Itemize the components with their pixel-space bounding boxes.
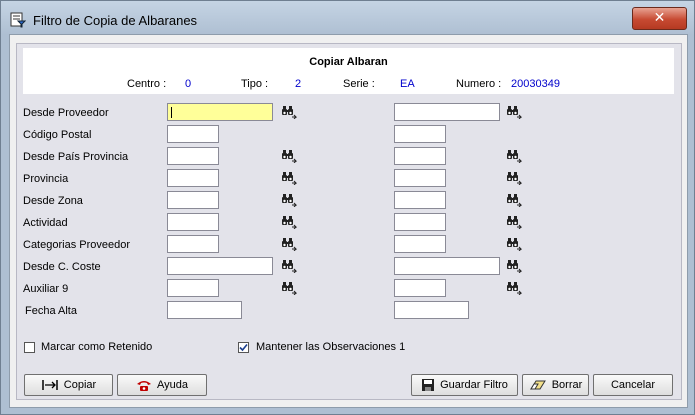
borrar-label: Borrar bbox=[551, 379, 583, 391]
guardar-filtro-label: Guardar Filtro bbox=[440, 379, 508, 391]
binoculars-icon[interactable] bbox=[506, 149, 522, 163]
observaciones-label: Mantener las Observaciones 1 bbox=[256, 341, 406, 353]
label-desde-pais-provincia: Desde País Provincia bbox=[23, 151, 129, 163]
serie-label: Serie : bbox=[343, 78, 375, 90]
hasta-fecha-alta-input[interactable] bbox=[394, 301, 469, 319]
desde-proveedor-input[interactable] bbox=[167, 103, 273, 121]
desde-zona-input[interactable] bbox=[167, 191, 219, 209]
binoculars-icon[interactable] bbox=[281, 105, 297, 119]
hasta-pais-provincia-input[interactable] bbox=[394, 147, 446, 165]
cancelar-label: Cancelar bbox=[610, 379, 656, 391]
help-phone-icon bbox=[137, 380, 151, 391]
binoculars-icon[interactable] bbox=[506, 171, 522, 185]
hasta-categorias-input[interactable] bbox=[394, 235, 446, 253]
copiar-label: Copiar bbox=[63, 379, 97, 391]
borrar-button[interactable]: Borrar bbox=[522, 374, 589, 396]
hasta-c-coste-input[interactable] bbox=[394, 257, 500, 275]
desde-fecha-alta-input[interactable] bbox=[167, 301, 242, 319]
filter-panel: Copiar Albaran Centro : 0 Tipo : 2 Serie… bbox=[16, 43, 682, 400]
tipo-value: 2 bbox=[295, 78, 302, 90]
close-icon: ✕ bbox=[653, 10, 666, 26]
copy-arrows-icon bbox=[42, 380, 58, 390]
hasta-codigo-postal-input[interactable] bbox=[394, 125, 446, 143]
binoculars-icon[interactable] bbox=[506, 281, 522, 295]
tipo-label: Tipo : bbox=[241, 78, 269, 90]
hasta-actividad-input[interactable] bbox=[394, 213, 446, 231]
label-actividad: Actividad bbox=[23, 217, 68, 229]
binoculars-icon[interactable] bbox=[506, 237, 522, 251]
retenido-checkbox[interactable] bbox=[24, 342, 35, 353]
label-desde-zona: Desde Zona bbox=[23, 195, 83, 207]
ayuda-button[interactable]: Ayuda bbox=[117, 374, 207, 396]
binoculars-icon[interactable] bbox=[281, 149, 297, 163]
observaciones-checkbox[interactable] bbox=[238, 342, 249, 353]
label-codigo-postal: Código Postal bbox=[23, 129, 92, 141]
hasta-auxiliar-9-input[interactable] bbox=[394, 279, 446, 297]
dialog-window: Filtro de Copia de Albaranes ✕ Copiar Al… bbox=[0, 0, 695, 415]
binoculars-icon[interactable] bbox=[281, 193, 297, 207]
label-desde-c-coste: Desde C. Coste bbox=[23, 261, 101, 273]
desde-pais-provincia-input[interactable] bbox=[167, 147, 219, 165]
binoculars-icon[interactable] bbox=[281, 281, 297, 295]
ayuda-label: Ayuda bbox=[157, 379, 188, 391]
eraser-icon bbox=[529, 380, 546, 390]
title-bar: Filtro de Copia de Albaranes ✕ bbox=[1, 1, 694, 35]
desde-provincia-input[interactable] bbox=[167, 169, 219, 187]
desde-categorias-input[interactable] bbox=[167, 235, 219, 253]
label-desde-proveedor: Desde Proveedor bbox=[23, 107, 109, 119]
label-provincia: Provincia bbox=[23, 173, 69, 185]
binoculars-icon[interactable] bbox=[281, 259, 297, 273]
close-button[interactable]: ✕ bbox=[632, 7, 687, 30]
binoculars-icon[interactable] bbox=[281, 171, 297, 185]
window-filter-icon bbox=[10, 12, 26, 28]
header-title: Copiar Albaran bbox=[309, 56, 388, 68]
save-disk-icon bbox=[422, 379, 435, 391]
desde-c-coste-input[interactable] bbox=[167, 257, 273, 275]
copiar-button[interactable]: Copiar bbox=[24, 374, 113, 396]
cancelar-button[interactable]: Cancelar bbox=[593, 374, 673, 396]
window-title: Filtro de Copia de Albaranes bbox=[33, 13, 198, 28]
dialog-client-area: Copiar Albaran Centro : 0 Tipo : 2 Serie… bbox=[9, 34, 688, 408]
centro-value: 0 bbox=[185, 78, 192, 90]
desde-codigo-postal-input[interactable] bbox=[167, 125, 219, 143]
guardar-filtro-button[interactable]: Guardar Filtro bbox=[411, 374, 518, 396]
hasta-provincia-input[interactable] bbox=[394, 169, 446, 187]
copy-header: Copiar Albaran Centro : 0 Tipo : 2 Serie… bbox=[23, 48, 674, 94]
hasta-proveedor-input[interactable] bbox=[394, 103, 500, 121]
text-caret bbox=[171, 107, 172, 118]
serie-value: EA bbox=[400, 78, 415, 90]
binoculars-icon[interactable] bbox=[281, 215, 297, 229]
binoculars-icon[interactable] bbox=[281, 237, 297, 251]
desde-auxiliar-9-input[interactable] bbox=[167, 279, 219, 297]
label-fecha-alta: Fecha Alta bbox=[25, 305, 77, 317]
check-mark-icon bbox=[239, 343, 248, 352]
numero-value: 20030349 bbox=[511, 78, 560, 90]
label-auxiliar-9: Auxiliar 9 bbox=[23, 283, 69, 295]
desde-actividad-input[interactable] bbox=[167, 213, 219, 231]
hasta-zona-input[interactable] bbox=[394, 191, 446, 209]
binoculars-icon[interactable] bbox=[506, 259, 522, 273]
binoculars-icon[interactable] bbox=[506, 193, 522, 207]
binoculars-icon[interactable] bbox=[506, 105, 522, 119]
label-categorias-proveedor: Categorias Proveedor bbox=[23, 239, 131, 251]
numero-label: Numero : bbox=[456, 78, 502, 90]
retenido-label: Marcar como Retenido bbox=[41, 341, 153, 353]
binoculars-icon[interactable] bbox=[506, 215, 522, 229]
centro-label: Centro : bbox=[127, 78, 167, 90]
